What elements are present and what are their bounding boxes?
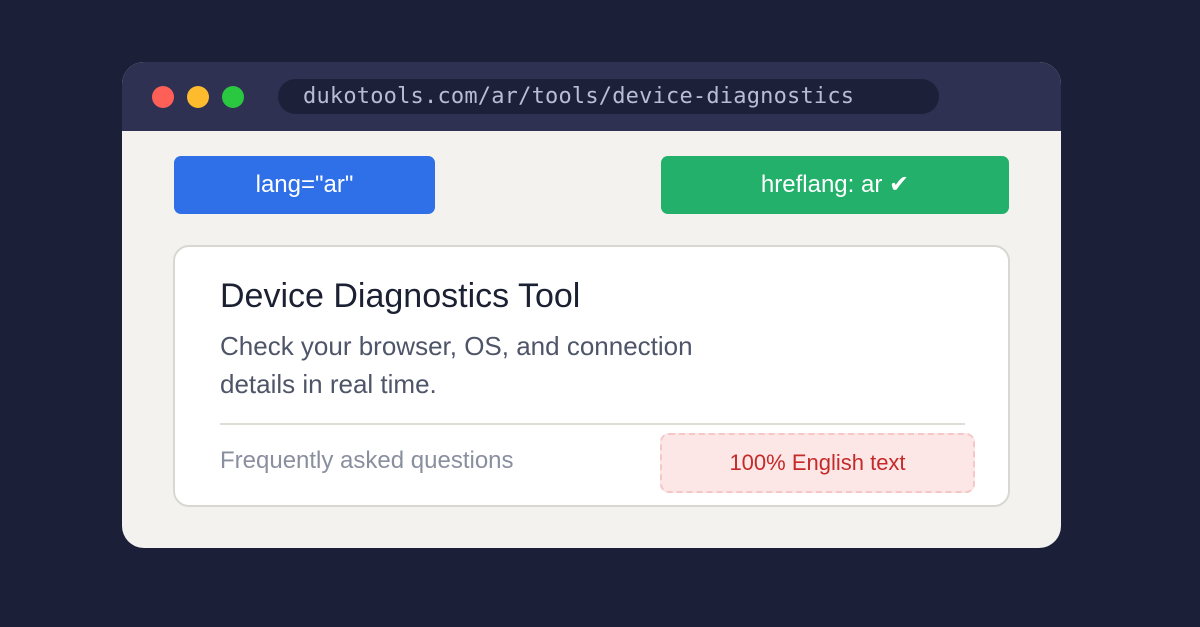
page-title: Device Diagnostics Tool — [220, 277, 581, 315]
close-window-button[interactable] — [152, 86, 174, 108]
faq-link[interactable]: Frequently asked questions — [220, 447, 514, 475]
lang-attribute-badge: lang="ar" — [174, 156, 435, 214]
page-content-card: Device Diagnostics Tool Check your brows… — [173, 245, 1010, 507]
divider — [220, 423, 965, 425]
english-text-warning-badge: 100% English text — [660, 433, 975, 493]
minimize-window-button[interactable] — [187, 86, 209, 108]
hreflang-badge: hreflang: ar ✔ — [661, 156, 1009, 214]
browser-window: dukotools.com/ar/tools/device-diagnostic… — [122, 62, 1061, 548]
page-description: Check your browser, OS, and connection d… — [220, 331, 693, 399]
maximize-window-button[interactable] — [222, 86, 244, 108]
address-bar[interactable]: dukotools.com/ar/tools/device-diagnostic… — [278, 79, 939, 114]
browser-title-bar: dukotools.com/ar/tools/device-diagnostic… — [122, 62, 1061, 131]
